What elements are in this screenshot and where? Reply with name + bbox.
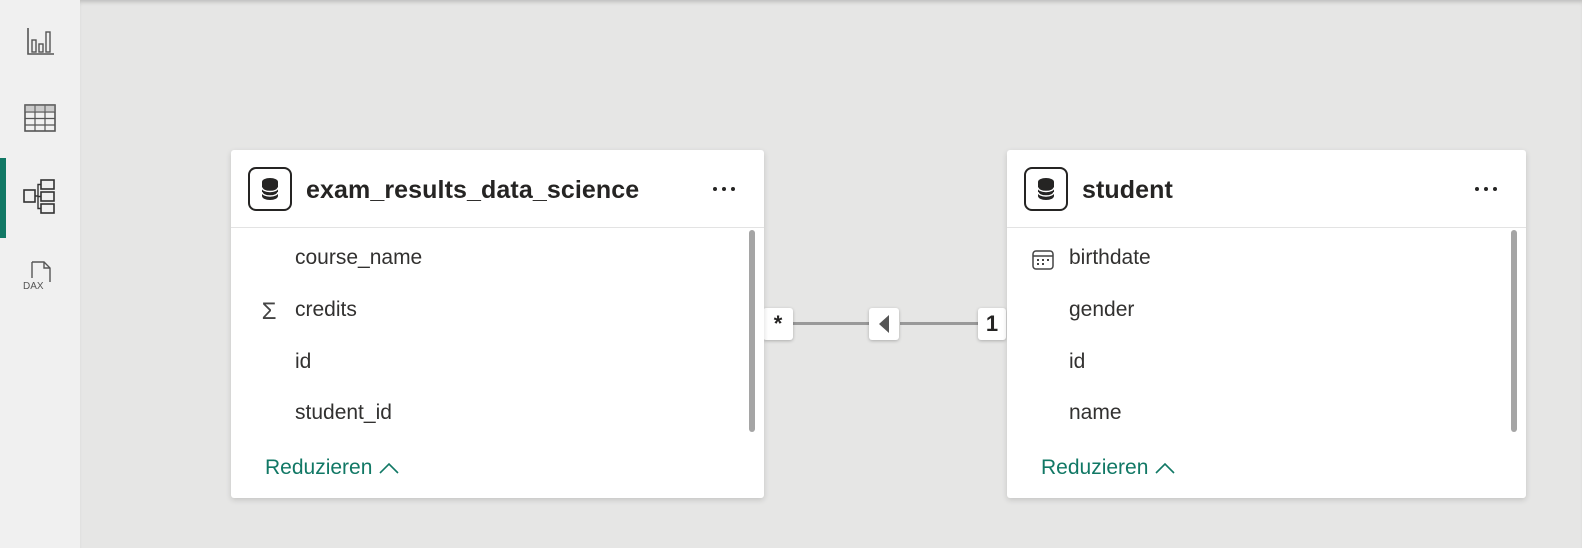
more-dot: [713, 187, 717, 191]
collapse-link[interactable]: Reduzieren: [1041, 456, 1176, 480]
field-row-id[interactable]: id: [1007, 340, 1496, 384]
field-row-credits[interactable]: Σ credits: [231, 288, 734, 332]
field-label: birthdate: [1069, 246, 1151, 269]
field-label: gender: [1069, 298, 1135, 321]
dax-query-view-button[interactable]: DAX: [0, 238, 80, 314]
table-title: student: [1082, 176, 1173, 204]
more-dot: [1493, 187, 1497, 191]
one-cardinality-marker: 1: [978, 308, 1006, 340]
relationship-line-right[interactable]: [900, 322, 978, 325]
collapse-label: Reduzieren: [265, 456, 373, 479]
database-table-icon: [248, 167, 292, 211]
field-label: name: [1069, 401, 1122, 424]
field-row-gender[interactable]: gender: [1007, 288, 1496, 332]
field-row-birthdate[interactable]: birthdate: [1007, 236, 1496, 280]
field-row-name[interactable]: name: [1007, 391, 1496, 435]
filter-direction-arrow-icon[interactable]: [869, 308, 899, 340]
field-list-scrollbar[interactable]: [749, 230, 755, 432]
field-label: credits: [295, 298, 357, 321]
field-row-id[interactable]: id: [231, 340, 734, 384]
calendar-icon: [1031, 248, 1055, 272]
one-cardinality-label: 1: [985, 311, 999, 336]
more-options-button[interactable]: [704, 172, 744, 206]
dax-icon: DAX: [23, 261, 51, 292]
many-cardinality-label: *: [773, 311, 783, 336]
view-switcher-rail: DAX: [0, 0, 80, 548]
data-view-button[interactable]: [0, 80, 80, 156]
field-row-student-id[interactable]: student_id: [231, 391, 734, 435]
table-card-header[interactable]: student: [1007, 150, 1526, 228]
field-label: student_id: [295, 401, 392, 424]
more-dot: [1475, 187, 1479, 191]
bar-chart-icon: [27, 28, 54, 55]
database-table-icon: [1024, 167, 1068, 211]
collapse-label: Reduzieren: [1041, 456, 1149, 479]
field-list-scrollbar[interactable]: [1511, 230, 1517, 432]
model-view-button[interactable]: [0, 158, 80, 238]
sigma-icon: Σ: [261, 298, 277, 325]
table-card-exam-results[interactable]: exam_results_data_science course_name Σ …: [231, 150, 764, 498]
table-title: exam_results_data_science: [306, 176, 640, 204]
report-view-button[interactable]: [0, 2, 80, 78]
more-dot: [1484, 187, 1488, 191]
table-card-student[interactable]: student birthdate gender id name Reduzie…: [1007, 150, 1526, 498]
model-diagram-icon: [23, 179, 55, 214]
table-card-header[interactable]: exam_results_data_science: [231, 150, 764, 228]
relationship-line-left[interactable]: [792, 322, 870, 325]
many-cardinality-marker: *: [763, 308, 793, 340]
collapse-link[interactable]: Reduzieren: [265, 456, 400, 480]
more-dot: [722, 187, 726, 191]
app-window: DAX * 1 exam_results_data_science course…: [0, 0, 1582, 548]
field-row-course-name[interactable]: course_name: [231, 236, 734, 280]
dax-icon-label: DAX: [23, 281, 44, 292]
field-label: id: [1069, 350, 1086, 373]
field-label: course_name: [295, 246, 423, 269]
table-grid-icon: [24, 104, 56, 132]
chevron-up-icon: [1155, 462, 1175, 474]
field-label: id: [295, 350, 312, 373]
more-options-button[interactable]: [1466, 172, 1506, 206]
chevron-up-icon: [379, 462, 399, 474]
more-dot: [731, 187, 735, 191]
